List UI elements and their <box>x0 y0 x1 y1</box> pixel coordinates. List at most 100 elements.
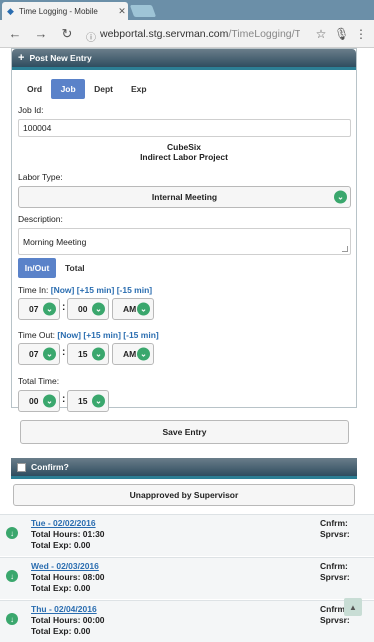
browser-tab[interactable]: ◆ Time Logging - Mobile ✕ <box>2 2 128 20</box>
job-id-label: Job Id: <box>18 105 44 115</box>
time-in-hour-select[interactable]: 07 ⌄ <box>18 298 60 320</box>
time-out-minute: 15 <box>78 349 88 359</box>
total-time-label: Total Time: <box>18 376 60 386</box>
time-in-label: Time In: <box>18 285 49 295</box>
reload-icon[interactable]: ↻ <box>58 26 76 42</box>
day-cnfrm: Cnfrm: <box>320 561 348 571</box>
post-entry-title: Post New Entry <box>29 53 92 63</box>
chevron-down-icon: ⌄ <box>92 394 105 408</box>
confirm-checkbox[interactable] <box>17 462 26 472</box>
entry-type-tabs: Ord Job Dept Exp <box>18 79 156 99</box>
bookmark-star-icon[interactable]: ☆ <box>314 27 328 41</box>
tab-exp[interactable]: Exp <box>122 79 156 99</box>
time-separator: : <box>62 347 66 358</box>
expand-down-icon[interactable]: ↓ <box>6 613 18 625</box>
total-hours: 00 <box>29 396 39 406</box>
day-sprvsr: Sprvsr: <box>320 572 350 582</box>
time-out-minute-select[interactable]: 15 ⌄ <box>67 343 109 365</box>
chevron-down-icon: ⌄ <box>92 302 105 316</box>
tab-title: Time Logging - Mobile <box>19 6 98 16</box>
menu-dots-icon[interactable]: ⋮ <box>354 27 368 41</box>
post-entry-header[interactable]: + Post New Entry <box>12 49 356 67</box>
tab-dept[interactable]: Dept <box>85 79 122 99</box>
save-entry-button[interactable]: Save Entry <box>20 420 349 444</box>
browser-tab-bar: ◆ Time Logging - Mobile ✕ <box>0 0 374 20</box>
chevron-down-icon: ⌄ <box>137 302 150 316</box>
confirm-header[interactable]: Confirm? <box>11 458 357 476</box>
expand-down-icon[interactable]: ↓ <box>6 570 18 582</box>
time-mode-tabs: In/Out Total <box>18 258 94 278</box>
back-icon[interactable]: ← <box>6 26 24 41</box>
time-out-ampm-select[interactable]: AM ⌄ <box>112 343 154 365</box>
day-date-link[interactable]: Tue - 02/02/2016 <box>31 518 96 528</box>
chevron-down-icon: ⌄ <box>43 302 56 316</box>
time-separator: : <box>62 302 66 313</box>
time-in-hour: 07 <box>29 304 39 314</box>
day-total-hours: Total Hours: 00:00 <box>31 615 105 625</box>
day-sprvsr: Sprvsr: <box>320 615 350 625</box>
tab-total[interactable]: Total <box>56 258 94 278</box>
chevron-down-icon: ⌄ <box>137 347 150 361</box>
day-total-exp: Total Exp: 0.00 <box>31 540 91 550</box>
description-value: Morning Meeting <box>23 236 87 247</box>
day-row[interactable]: ↓ Tue - 02/02/2016 Total Hours: 01:30 To… <box>0 514 374 556</box>
description-textarea[interactable]: Morning Meeting <box>18 228 351 255</box>
time-out-minus15-link[interactable]: [-15 min] <box>123 330 158 340</box>
time-in-ampm-select[interactable]: AM ⌄ <box>112 298 154 320</box>
time-in-minute: 00 <box>78 304 88 314</box>
time-out-hour: 07 <box>29 349 39 359</box>
forward-icon[interactable]: → <box>32 26 50 41</box>
microphone-icon[interactable]: 🎙 <box>334 27 349 41</box>
chevron-down-icon: ⌄ <box>92 347 105 361</box>
url-path: /TimeLogging/Time/In <box>228 27 300 40</box>
chevron-down-icon: ⌄ <box>334 190 347 204</box>
day-total-hours: Total Hours: 01:30 <box>31 529 105 539</box>
company-name: CubeSix <box>166 142 201 152</box>
time-in-minus15-link[interactable]: [-15 min] <box>117 285 152 295</box>
time-in-ampm: AM <box>123 304 137 314</box>
url-field[interactable]: webportal.stg.servman.com/TimeLogging/Ti… <box>100 28 300 40</box>
time-in-now-link[interactable]: [Now] <box>51 285 75 295</box>
time-out-hour-select[interactable]: 07 ⌄ <box>18 343 60 365</box>
time-in-plus15-link[interactable]: [+15 min] <box>77 285 115 295</box>
job-id-input[interactable]: 100004 <box>18 119 351 137</box>
total-minutes-select[interactable]: 15 ⌄ <box>67 390 109 412</box>
resize-grip-icon[interactable] <box>342 246 348 252</box>
day-row[interactable]: ↓ Wed - 02/03/2016 Total Hours: 08:00 To… <box>0 557 374 599</box>
page-content: + Post New Entry Ord Job Dept Exp Job Id… <box>0 48 374 642</box>
day-row[interactable]: ↓ Thu - 02/04/2016 Total Hours: 00:00 To… <box>0 600 374 642</box>
time-out-ampm: AM <box>123 349 137 359</box>
close-tab-icon[interactable]: ✕ <box>116 6 128 17</box>
time-out-plus15-link[interactable]: [+15 min] <box>83 330 121 340</box>
info-icon[interactable]: ⓘ <box>86 29 96 44</box>
tab-job[interactable]: Job <box>51 79 86 99</box>
chevron-down-icon: ⌄ <box>43 347 56 361</box>
time-out-now-link[interactable]: [Now] <box>57 330 81 340</box>
favicon-icon: ◆ <box>7 5 14 16</box>
address-bar: ← → ↻ ⓘ webportal.stg.servman.com/TimeLo… <box>0 20 374 48</box>
expand-down-icon[interactable]: ↓ <box>6 527 18 539</box>
time-out-row-label: Time Out: [Now] [+15 min] [-15 min] <box>18 330 159 340</box>
description-label: Description: <box>18 214 63 224</box>
caret-up-icon: ▲ <box>349 602 357 612</box>
chevron-down-icon: ⌄ <box>43 394 56 408</box>
day-date-link[interactable]: Thu - 02/04/2016 <box>31 604 97 614</box>
time-in-minute-select[interactable]: 00 ⌄ <box>67 298 109 320</box>
plus-icon: + <box>18 52 25 64</box>
tab-ord[interactable]: Ord <box>18 79 51 99</box>
new-tab-button[interactable] <box>129 5 157 17</box>
supervisor-status: Unapproved by Supervisor <box>13 484 355 506</box>
day-date-link[interactable]: Wed - 02/03/2016 <box>31 561 99 571</box>
total-hours-select[interactable]: 00 ⌄ <box>18 390 60 412</box>
tab-in-out[interactable]: In/Out <box>18 258 56 278</box>
day-sprvsr: Sprvsr: <box>320 529 350 539</box>
confirm-accent <box>11 476 357 479</box>
scroll-to-top-button[interactable]: ▲ <box>344 598 362 616</box>
labor-type-label: Labor Type: <box>18 172 63 182</box>
day-total-exp: Total Exp: 0.00 <box>31 583 91 593</box>
time-separator: : <box>62 394 66 405</box>
time-in-row-label: Time In: [Now] [+15 min] [-15 min] <box>18 285 152 295</box>
day-total-hours: Total Hours: 08:00 <box>31 572 105 582</box>
day-total-exp: Total Exp: 0.00 <box>31 626 91 636</box>
labor-type-select[interactable]: Internal Meeting ⌄ <box>18 186 351 208</box>
